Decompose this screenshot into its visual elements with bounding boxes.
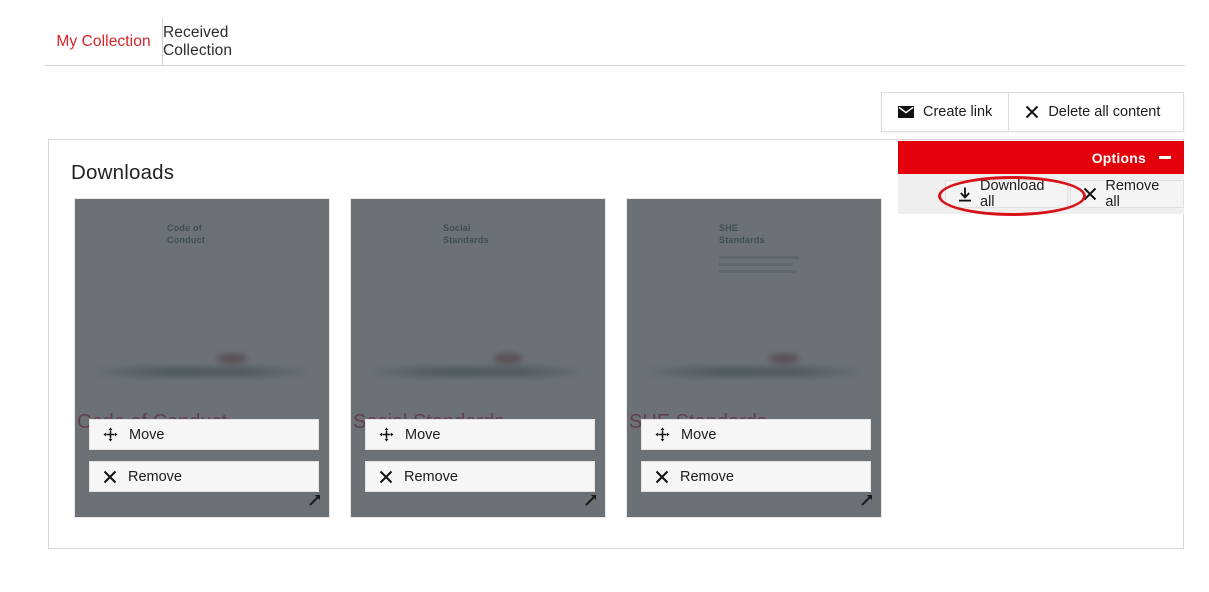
card-action-menu: Move Remove — [89, 419, 319, 503]
download-icon — [958, 187, 972, 202]
close-x-icon — [1083, 187, 1097, 201]
resize-diagonal-icon[interactable] — [859, 492, 875, 513]
tab-received-collection[interactable]: Received Collection — [163, 18, 293, 65]
card-move-button[interactable]: Move — [89, 419, 319, 450]
card-remove-label: Remove — [680, 468, 734, 485]
move-arrows-icon — [379, 427, 394, 442]
close-x-icon — [379, 470, 393, 484]
collection-card[interactable]: Code of Conduct Code of Conduct — [74, 198, 330, 518]
card-remove-button[interactable]: Remove — [365, 461, 595, 492]
minus-icon[interactable] — [1159, 156, 1171, 159]
card-remove-label: Remove — [404, 468, 458, 485]
create-link-button[interactable]: Create link — [882, 93, 1008, 131]
card-move-button[interactable]: Move — [641, 419, 871, 450]
move-arrows-icon — [103, 427, 118, 442]
close-x-icon — [655, 470, 669, 484]
options-label: Options — [1091, 149, 1146, 166]
downloads-card-list: Code of Conduct Code of Conduct — [74, 198, 882, 518]
resize-diagonal-icon[interactable] — [583, 492, 599, 513]
top-action-toolbar: Create link Delete all content — [881, 92, 1184, 132]
options-menu: Download all Remove all — [898, 174, 1184, 214]
resize-diagonal-icon[interactable] — [307, 492, 323, 513]
create-link-label: Create link — [923, 104, 993, 120]
card-action-menu: Move Remove — [365, 419, 595, 503]
card-move-label: Move — [681, 426, 717, 443]
delete-all-content-button[interactable]: Delete all content — [1008, 93, 1176, 131]
card-remove-label: Remove — [128, 468, 182, 485]
tab-bar-divider — [45, 65, 1185, 66]
download-all-button[interactable]: Download all — [945, 178, 1069, 210]
tab-received-collection-label: Received Collection — [163, 23, 233, 59]
delete-all-content-label: Delete all content — [1048, 104, 1161, 120]
download-all-label: Download all — [980, 178, 1045, 210]
remove-all-label: Remove all — [1105, 178, 1160, 210]
card-action-menu: Move Remove — [641, 419, 871, 503]
card-remove-button[interactable]: Remove — [89, 461, 319, 492]
tab-bar: My Collection Received Collection — [45, 18, 1185, 66]
page-title: Downloads — [71, 161, 175, 184]
collection-card[interactable]: SHE Standards SHE Standards — [626, 198, 882, 518]
close-x-icon — [103, 470, 117, 484]
move-arrows-icon — [655, 427, 670, 442]
tab-my-collection[interactable]: My Collection — [45, 18, 163, 65]
card-move-button[interactable]: Move — [365, 419, 595, 450]
card-move-label: Move — [405, 426, 441, 443]
card-remove-button[interactable]: Remove — [641, 461, 871, 492]
collection-card[interactable]: Social Standards Social Standards — [350, 198, 606, 518]
close-x-icon — [1025, 105, 1039, 119]
options-bar[interactable]: Options — [898, 141, 1184, 174]
tab-my-collection-label: My Collection — [56, 32, 151, 50]
card-move-label: Move — [129, 426, 165, 443]
remove-all-button[interactable]: Remove all — [1070, 178, 1184, 210]
envelope-icon — [898, 106, 914, 118]
